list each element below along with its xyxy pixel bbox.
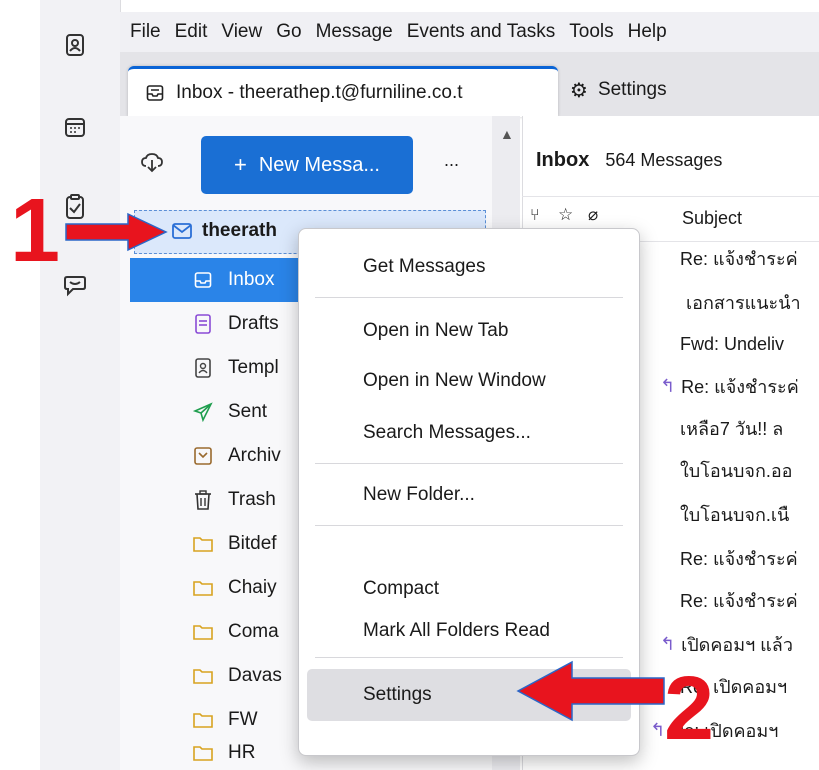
folder-label: Templ [228,357,279,378]
get-messages-icon[interactable] [140,150,164,179]
replied-icon: ↰ [650,719,666,740]
arrow-left-icon [516,660,665,722]
folder-label: Chaiy [228,577,277,598]
message-subject: Re: แจ้งชำระค่ [680,248,798,269]
message-subject: เอกสารแนะนำ [686,292,801,313]
mail-icon [172,223,192,239]
menu-file[interactable]: File [130,21,161,43]
inbox-icon [192,269,214,291]
sent-icon [192,401,214,423]
new-message-button[interactable]: + New Messa... [201,136,413,194]
tab-bar: Inbox - theerathep.t@furniline.co.t ⚙ Se… [120,52,819,117]
message-subject: ใบโอนบจก.เนื [680,504,790,525]
menu-item-get-messages[interactable]: Get Messages [299,241,639,293]
folder-label: Drafts [228,313,279,334]
gear-icon: ⚙ [570,79,588,102]
menu-item-new-folder[interactable]: New Folder... [299,469,639,521]
tab-settings[interactable]: ⚙ Settings [570,66,810,114]
arrow-right-icon [65,212,168,252]
menu-item-label: Search Messages... [363,422,531,443]
menu-item-open-new-tab[interactable]: Open in New Tab [299,305,639,357]
address-book-icon[interactable] [58,28,92,62]
menu-message[interactable]: Message [316,21,393,43]
subject-column-header[interactable]: Subject [682,208,742,229]
menu-help[interactable]: Help [628,21,667,43]
drafts-icon [192,313,214,335]
message-subject: เปิดคอมฯ แล้ว [681,634,793,655]
message-subject: Fwd: Undeliv [680,333,785,354]
message-count: 564 Messages [605,149,723,170]
folder-label: Davas [228,665,282,686]
folder-label: FW [228,709,258,730]
menu-go[interactable]: Go [276,21,301,43]
menu-tools[interactable]: Tools [569,21,613,43]
menu-item-mark-all-read[interactable]: Mark All Folders Read [299,605,639,657]
folder-icon [192,665,214,687]
menu-item-label: Get Messages [363,256,486,277]
folder-label: Bitdef [228,533,277,554]
menu-item-label: Mark All Folders Read [363,620,550,641]
menu-item-label: Compact [363,578,440,599]
inbox-icon [146,84,164,102]
folder-label: Archiv [228,445,281,466]
step-number-1: 1 [10,181,61,281]
menu-view[interactable]: View [221,21,262,43]
menu-edit[interactable]: Edit [175,21,208,43]
message-subject: Re: แจ้งชำระค่ [680,548,798,569]
tab-inbox[interactable]: Inbox - theerathep.t@furniline.co.t [128,66,558,117]
folder-title: Inbox [536,148,590,171]
menu-item-label: New Folder... [363,484,475,505]
menu-separator [315,525,623,526]
message-subject: ใบโอนบจก.ออ [680,460,793,481]
folder-label: Inbox [228,269,275,290]
menu-item-label: Open in New Tab [363,320,509,341]
scroll-up-icon[interactable]: ▲ [500,126,514,142]
message-subject: เหลือ7 วัน!! ล [680,418,784,439]
trash-icon [192,489,214,511]
folder-icon [192,742,214,764]
spaces-toolbar [40,0,121,770]
menu-item-search-messages[interactable]: Search Messages... [299,407,639,459]
menu-separator [315,463,623,464]
account-name: theerath [202,220,277,241]
calendar-icon[interactable] [58,110,92,144]
menu-item-label: Settings [363,684,432,705]
templates-icon [192,357,214,379]
menu-events-tasks[interactable]: Events and Tasks [407,21,556,43]
message-list-header: Inbox 564 Messages [522,138,819,182]
folder-pane-menu-button[interactable]: ... [444,150,459,171]
message-subject: Re: แจ้งชำระค่ [680,590,798,611]
replied-icon: ↰ [660,375,676,396]
attachment-column-icon[interactable]: ⌀ [588,205,598,225]
account-label-wrap: theerath [172,220,277,242]
folder-icon [192,577,214,599]
tab-inbox-label: Inbox - theerathep.t@furniline.co.t [176,82,463,103]
folder-icon [192,621,214,643]
menu-separator [315,297,623,298]
message-subject: Re: แจ้งชำระค่ [681,376,799,397]
archive-icon [192,445,214,467]
folder-icon [192,533,214,555]
folder-label: Sent [228,401,268,422]
menu-separator [315,657,623,658]
folder-label: Trash [228,489,276,510]
new-message-label: New Messa... [258,153,380,176]
menu-item-label: Open in New Window [363,370,546,391]
tab-settings-label: Settings [597,79,667,100]
folder-label: HR [228,742,256,763]
plus-icon: + [233,152,247,177]
menu-bar: File Edit View Go Message Events and Tas… [120,12,819,52]
folder-label: Coma [228,621,279,642]
chat-icon[interactable] [58,268,92,302]
thread-column-icon[interactable]: ⑂ [530,207,540,225]
step-number-2: 2 [664,659,715,759]
menu-item-open-new-window[interactable]: Open in New Window [299,355,639,407]
folder-icon [192,709,214,731]
replied-icon: ↰ [660,633,676,654]
star-column-icon[interactable]: ☆ [558,205,573,225]
